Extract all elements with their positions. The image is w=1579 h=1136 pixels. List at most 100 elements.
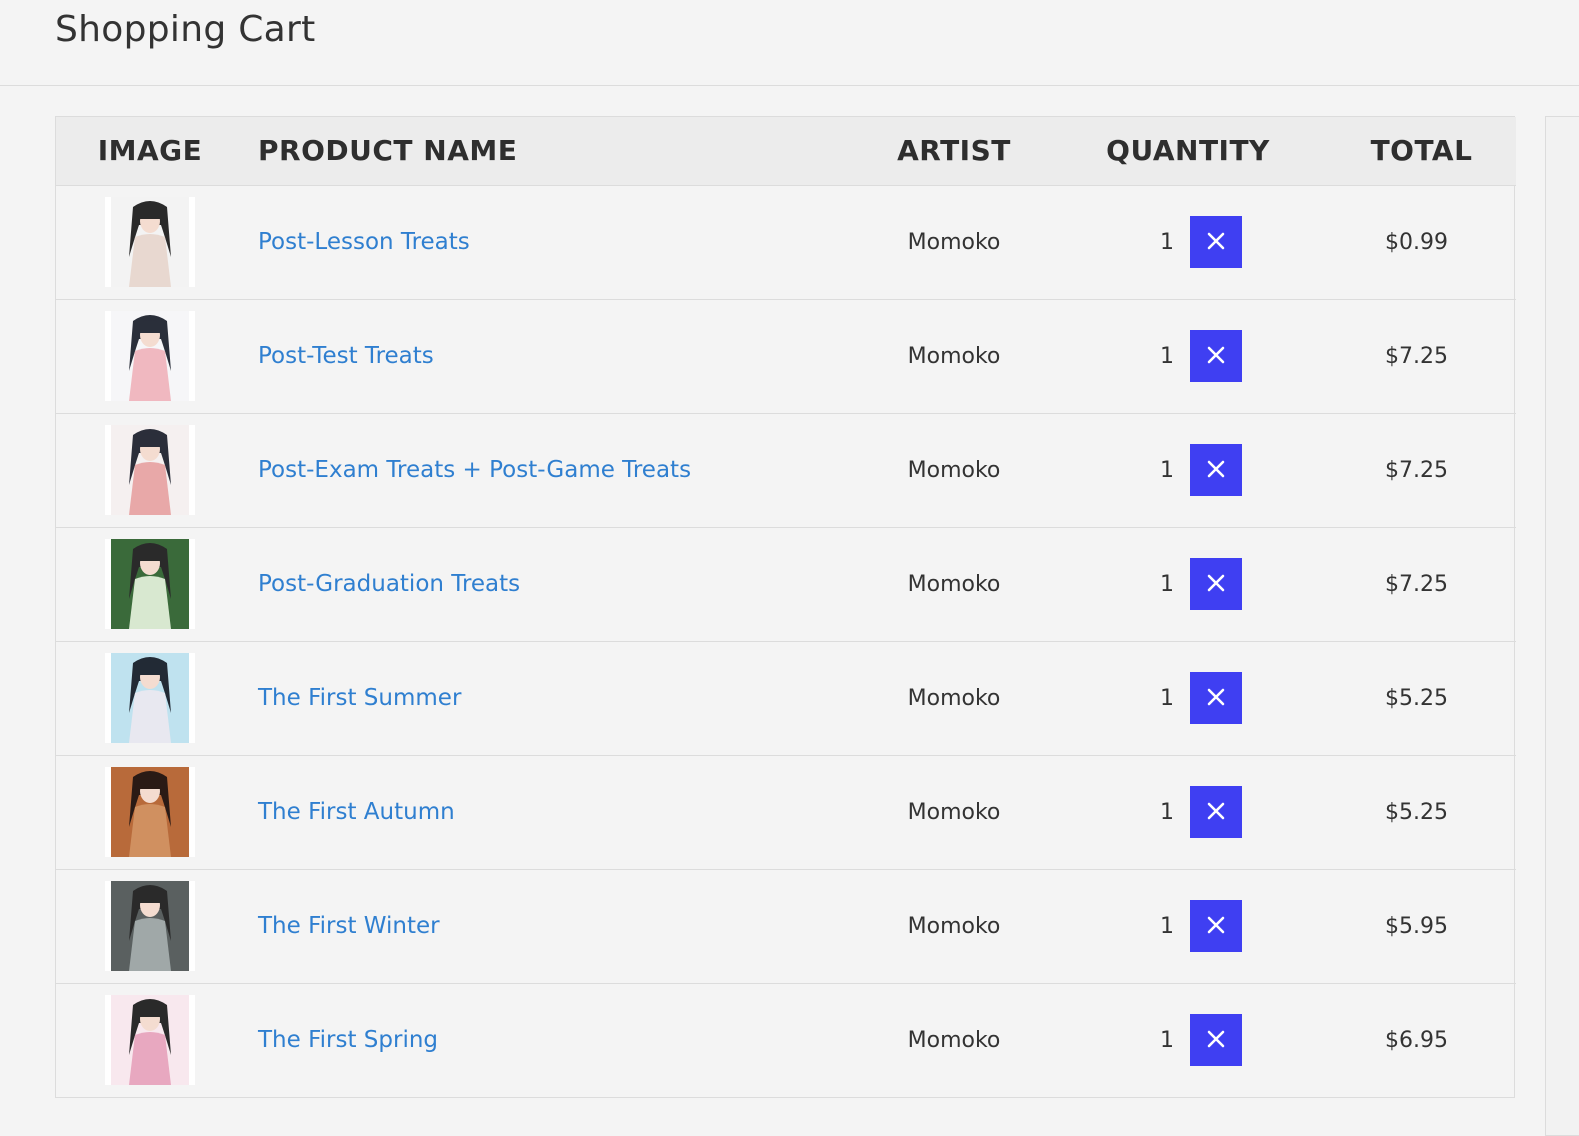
artist-name: Momoko <box>907 343 1001 369</box>
remove-item-button[interactable] <box>1190 900 1242 952</box>
cell-quantity: 1 <box>1049 413 1327 528</box>
header-quantity: QUANTITY <box>1049 117 1327 186</box>
remove-item-button[interactable] <box>1190 672 1242 724</box>
remove-item-button[interactable] <box>1190 444 1242 496</box>
quantity-value: 1 <box>1160 685 1174 711</box>
table-row: Post-Lesson Treats Momoko 1 $0.99 <box>56 185 1516 300</box>
cover-art-image <box>105 881 195 971</box>
cell-image <box>56 641 244 756</box>
item-total: $7.25 <box>1385 571 1448 597</box>
close-icon <box>1206 687 1226 710</box>
cell-product-name: Post-Test Treats <box>244 299 859 414</box>
cover-art-image <box>105 767 195 857</box>
close-icon <box>1206 231 1226 254</box>
close-icon <box>1206 573 1226 596</box>
table-row: The First Spring Momoko 1 $6.95 <box>56 983 1516 1097</box>
cell-total: $7.25 <box>1327 527 1516 642</box>
item-total: $0.99 <box>1385 229 1448 255</box>
close-icon <box>1206 459 1226 482</box>
cell-product-name: The First Winter <box>244 869 859 984</box>
remove-item-button[interactable] <box>1190 558 1242 610</box>
item-total: $5.25 <box>1385 799 1448 825</box>
cell-product-name: The First Spring <box>244 983 859 1097</box>
cover-art-image <box>105 995 195 1086</box>
product-link[interactable]: Post-Exam Treats + Post-Game Treats <box>258 457 691 483</box>
cell-product-name: The First Autumn <box>244 755 859 870</box>
product-thumbnail[interactable] <box>105 767 195 857</box>
product-thumbnail[interactable] <box>105 881 195 971</box>
table-row: Post-Graduation Treats Momoko 1 $7.25 <box>56 527 1516 642</box>
cell-quantity: 1 <box>1049 299 1327 414</box>
cell-image <box>56 527 244 642</box>
quantity-value: 1 <box>1160 913 1174 939</box>
cell-quantity: 1 <box>1049 185 1327 300</box>
cover-art-image <box>105 425 195 515</box>
cart-table: IMAGE PRODUCT NAME ARTIST QUANTITY TOTAL… <box>56 117 1516 1097</box>
cell-artist: Momoko <box>859 185 1049 300</box>
remove-item-button[interactable] <box>1190 786 1242 838</box>
table-row: Post-Exam Treats + Post-Game Treats Momo… <box>56 413 1516 528</box>
cell-product-name: The First Summer <box>244 641 859 756</box>
artist-name: Momoko <box>907 571 1001 597</box>
item-total: $7.25 <box>1385 343 1448 369</box>
artist-name: Momoko <box>907 1027 1001 1053</box>
product-thumbnail[interactable] <box>105 425 195 515</box>
item-total: $6.95 <box>1385 1027 1448 1053</box>
quantity-value: 1 <box>1160 571 1174 597</box>
close-icon <box>1206 801 1226 824</box>
header-total: TOTAL <box>1327 117 1516 186</box>
product-link[interactable]: The First Summer <box>258 685 461 711</box>
product-thumbnail[interactable] <box>105 995 195 1086</box>
page-title: Shopping Cart <box>55 9 316 50</box>
close-icon <box>1206 915 1226 938</box>
cell-total: $0.99 <box>1327 185 1516 300</box>
cover-art-image <box>105 539 195 629</box>
cell-quantity: 1 <box>1049 755 1327 870</box>
cell-total: $6.95 <box>1327 983 1516 1097</box>
cell-artist: Momoko <box>859 983 1049 1097</box>
cell-product-name: Post-Lesson Treats <box>244 185 859 300</box>
artist-name: Momoko <box>907 685 1001 711</box>
product-thumbnail[interactable] <box>105 311 195 401</box>
product-link[interactable]: Post-Graduation Treats <box>258 571 520 597</box>
cell-quantity: 1 <box>1049 527 1327 642</box>
artist-name: Momoko <box>907 457 1001 483</box>
table-row: The First Autumn Momoko 1 $5.25 <box>56 755 1516 870</box>
quantity-value: 1 <box>1160 457 1174 483</box>
remove-item-button[interactable] <box>1190 330 1242 382</box>
cart-table-container: IMAGE PRODUCT NAME ARTIST QUANTITY TOTAL… <box>55 116 1516 1098</box>
product-link[interactable]: Post-Lesson Treats <box>258 229 470 255</box>
table-row: The First Winter Momoko 1 $5.95 <box>56 869 1516 984</box>
artist-name: Momoko <box>907 799 1001 825</box>
cell-artist: Momoko <box>859 413 1049 528</box>
cover-art-image <box>105 197 195 287</box>
product-link[interactable]: Post-Test Treats <box>258 343 434 369</box>
cell-image <box>56 983 244 1097</box>
quantity-value: 1 <box>1160 1027 1174 1053</box>
header-artist: ARTIST <box>859 117 1049 186</box>
close-icon <box>1206 1029 1226 1052</box>
cell-quantity: 1 <box>1049 983 1327 1097</box>
header-image: IMAGE <box>56 117 244 186</box>
product-link[interactable]: The First Spring <box>258 1027 438 1053</box>
cell-image <box>56 185 244 300</box>
page-header: Shopping Cart <box>0 0 1579 86</box>
product-thumbnail[interactable] <box>105 197 195 287</box>
table-row: Post-Test Treats Momoko 1 $7.25 <box>56 299 1516 414</box>
remove-item-button[interactable] <box>1190 1014 1242 1067</box>
product-thumbnail[interactable] <box>105 653 195 743</box>
cell-total: $7.25 <box>1327 413 1516 528</box>
product-link[interactable]: The First Winter <box>258 913 440 939</box>
cell-artist: Momoko <box>859 641 1049 756</box>
remove-item-button[interactable] <box>1190 216 1242 268</box>
header-product-name: PRODUCT NAME <box>244 117 859 186</box>
cover-art-image <box>105 653 195 743</box>
cell-total: $5.25 <box>1327 755 1516 870</box>
product-thumbnail[interactable] <box>105 539 195 629</box>
table-header-row: IMAGE PRODUCT NAME ARTIST QUANTITY TOTAL <box>56 117 1516 186</box>
cell-artist: Momoko <box>859 755 1049 870</box>
quantity-value: 1 <box>1160 229 1174 255</box>
product-link[interactable]: The First Autumn <box>258 799 455 825</box>
cell-image <box>56 413 244 528</box>
artist-name: Momoko <box>907 913 1001 939</box>
